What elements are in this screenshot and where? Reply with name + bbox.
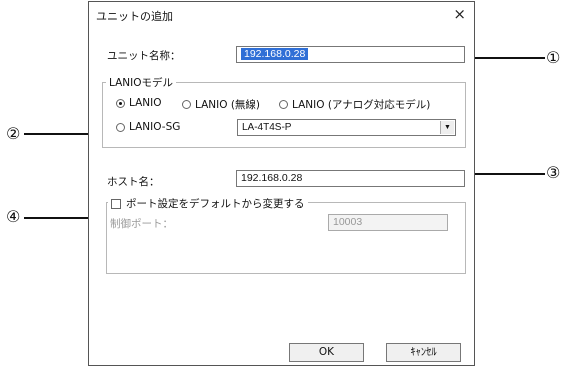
radio-lanio-label: LANIO bbox=[129, 97, 162, 109]
model-group: LANIOモデル LANIO LANIO (無線) LANIO (アナログ対応モ… bbox=[102, 75, 466, 148]
unit-name-label: ユニット名称： bbox=[107, 50, 181, 62]
radio-lanio-wireless-label: LANIO (無線) bbox=[195, 99, 261, 111]
dialog-title: ユニットの追加 bbox=[96, 10, 173, 23]
radio-lanio-sg-indicator bbox=[116, 122, 125, 132]
control-port-input[interactable]: 10003 bbox=[328, 214, 448, 231]
unit-name-value: 192.168.0.28 bbox=[241, 48, 309, 60]
callout-1: ① bbox=[546, 48, 561, 67]
close-icon[interactable]: × bbox=[453, 5, 466, 23]
radio-lanio-analog[interactable]: LANIO (アナログ対応モデル) bbox=[279, 97, 430, 112]
model-select[interactable]: LA-4T4S-P ▼ bbox=[237, 119, 456, 136]
control-port-label: 制御ポート： bbox=[110, 218, 173, 230]
radio-lanio-wireless-indicator bbox=[182, 100, 191, 109]
ok-button[interactable]: OK bbox=[289, 343, 364, 362]
add-unit-dialog: ユニットの追加 × ユニット名称： 192.168.0.28 LANIOモデル … bbox=[88, 1, 475, 366]
host-name-label: ホスト名： bbox=[107, 176, 160, 188]
port-change-checkbox-box bbox=[111, 198, 121, 209]
callout-3: ③ bbox=[546, 163, 561, 182]
title-bar: ユニットの追加 × bbox=[89, 2, 474, 28]
callout-1-line bbox=[471, 57, 545, 59]
chevron-down-icon[interactable]: ▼ bbox=[440, 121, 454, 134]
model-select-value: LA-4T4S-P bbox=[242, 122, 292, 133]
cancel-button[interactable]: ｷｬﾝｾﾙ bbox=[386, 343, 461, 362]
radio-lanio-analog-indicator bbox=[279, 100, 288, 109]
port-change-checkbox[interactable]: ポート設定をデフォルトから変更する bbox=[108, 196, 308, 211]
port-change-checkbox-label: ポート設定をデフォルトから変更する bbox=[126, 198, 305, 210]
radio-lanio-analog-label: LANIO (アナログ対応モデル) bbox=[292, 99, 431, 111]
model-group-legend: LANIOモデル bbox=[106, 75, 176, 90]
host-name-input[interactable]: 192.168.0.28 bbox=[236, 170, 465, 187]
callout-2: ② bbox=[6, 124, 21, 143]
host-name-value: 192.168.0.28 bbox=[241, 172, 303, 184]
callout-4: ④ bbox=[6, 207, 21, 226]
unit-name-input[interactable]: 192.168.0.28 bbox=[236, 46, 465, 63]
radio-lanio-wireless[interactable]: LANIO (無線) bbox=[182, 97, 260, 112]
radio-lanio-indicator bbox=[116, 98, 125, 108]
radio-lanio-sg[interactable]: LANIO-SG bbox=[116, 121, 180, 133]
callout-3-line bbox=[471, 173, 545, 175]
radio-lanio-sg-label: LANIO-SG bbox=[129, 121, 181, 133]
port-group: ポート設定をデフォルトから変更する 制御ポート： 10003 bbox=[106, 196, 466, 274]
radio-lanio[interactable]: LANIO bbox=[116, 97, 162, 109]
control-port-value: 10003 bbox=[333, 216, 363, 228]
